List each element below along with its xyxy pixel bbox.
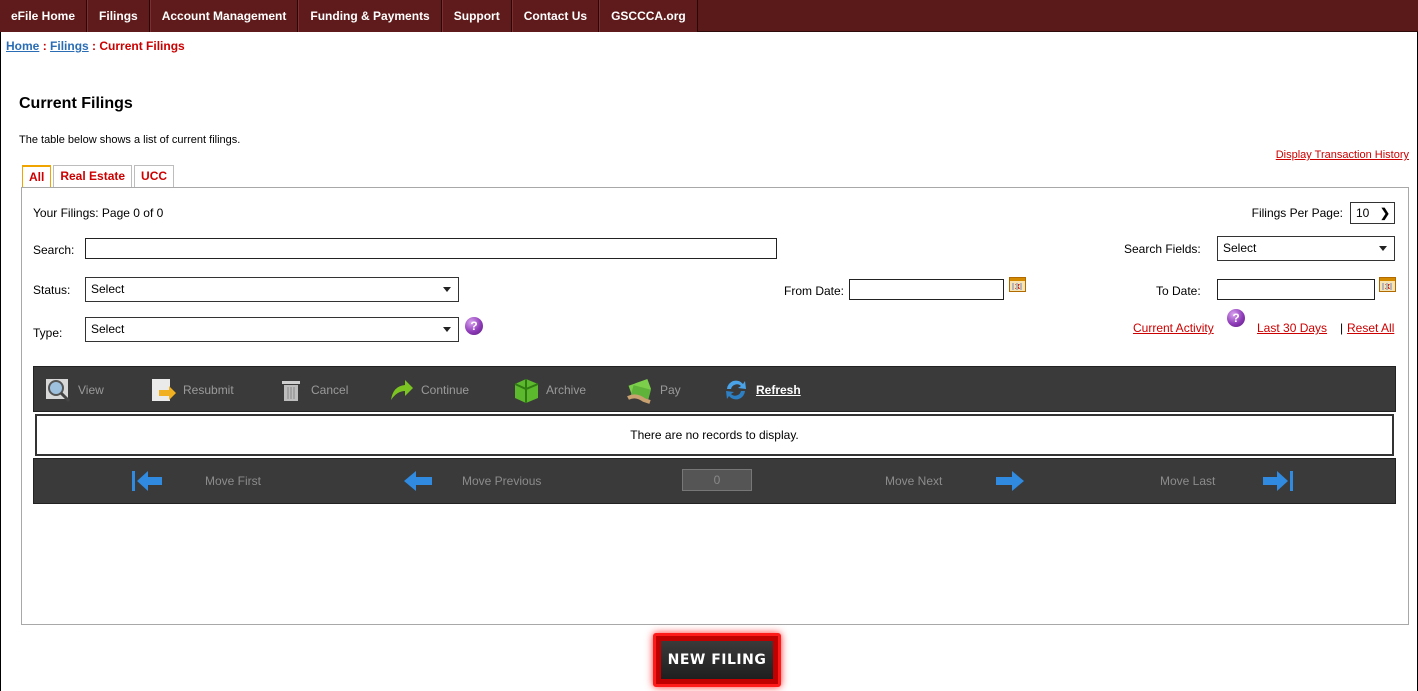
nav-funding-payments[interactable]: Funding & Payments — [298, 0, 442, 32]
display-transaction-history-link[interactable]: Display Transaction History — [1276, 149, 1409, 161]
current-activity-link[interactable]: Current Activity — [1133, 321, 1214, 335]
tab-real-estate[interactable]: Real Estate — [53, 165, 133, 187]
nav-efile-home[interactable]: eFile Home — [0, 0, 88, 32]
top-nav: eFile Home Filings Account Management Fu… — [0, 0, 1418, 32]
breadcrumb-separator: : — [42, 39, 47, 53]
from-date-label: From Date: — [784, 284, 845, 298]
search-input[interactable] — [85, 238, 777, 259]
status-select[interactable]: Select — [85, 277, 459, 302]
refresh-label: Refresh — [756, 383, 801, 397]
help-icon[interactable]: ? — [1227, 309, 1245, 327]
caret-down-icon — [443, 327, 451, 332]
from-date-input[interactable] — [849, 279, 1004, 300]
move-first-icon[interactable] — [132, 470, 164, 492]
nav-gsccca-org[interactable]: GSCCCA.org — [599, 0, 698, 32]
chevron-down-icon: ❯ — [1379, 206, 1390, 220]
move-last-button[interactable]: Move Last — [1160, 474, 1215, 488]
per-page-value: 10 — [1356, 206, 1370, 220]
new-filing-label: NEW FILING — [661, 641, 773, 679]
caret-down-icon — [1379, 246, 1387, 251]
search-fields-label: Search Fields: — [1124, 242, 1201, 256]
move-last-icon[interactable] — [1262, 470, 1294, 492]
archive-label: Archive — [546, 383, 587, 397]
type-label: Type: — [33, 326, 63, 340]
filings-panel: Your Filings: Page 0 of 0 Filings Per Pa… — [21, 187, 1409, 625]
type-select[interactable]: Select — [85, 317, 459, 342]
breadcrumb: Home : Filings : Current Filings — [6, 39, 185, 53]
pay-money-icon — [626, 376, 654, 404]
to-date-label: To Date: — [1156, 284, 1201, 298]
breadcrumb-separator: : — [92, 39, 97, 53]
move-next-icon[interactable] — [994, 470, 1026, 492]
continue-arrow-icon — [387, 376, 415, 404]
pipe-separator: | — [1340, 321, 1344, 335]
search-fields-value: Select — [1223, 241, 1257, 255]
type-value: Select — [91, 322, 125, 336]
cancel-label: Cancel — [311, 383, 349, 397]
cancel-button[interactable]: Cancel — [277, 376, 348, 404]
view-label: View — [78, 383, 104, 397]
caret-down-icon — [443, 287, 451, 292]
breadcrumb-current: Current Filings — [99, 39, 185, 53]
to-date-input[interactable] — [1217, 279, 1375, 300]
page-intro: The table below shows a list of current … — [19, 134, 241, 146]
pay-label: Pay — [660, 383, 681, 397]
page-number-input[interactable]: 0 — [682, 469, 752, 491]
tab-all[interactable]: All — [22, 165, 52, 187]
refresh-icon — [722, 376, 750, 404]
breadcrumb-filings-link[interactable]: Filings — [50, 39, 89, 53]
per-page-label: Filings Per Page: — [1251, 206, 1343, 220]
move-next-button[interactable]: Move Next — [885, 474, 942, 488]
refresh-button[interactable]: Refresh — [722, 376, 801, 404]
calendar-icon[interactable]: x — [1379, 277, 1396, 292]
resubmit-icon — [149, 376, 177, 404]
status-label: Status: — [33, 283, 71, 297]
nav-filings[interactable]: Filings — [87, 0, 150, 32]
view-button[interactable]: View — [44, 376, 104, 404]
last-30-days-link[interactable]: Last 30 Days — [1257, 321, 1327, 335]
pay-button[interactable]: Pay — [626, 376, 681, 404]
help-icon[interactable]: ? — [465, 317, 483, 335]
breadcrumb-home-link[interactable]: Home — [6, 39, 39, 53]
calendar-icon[interactable]: x — [1009, 277, 1026, 292]
continue-button[interactable]: Continue — [387, 376, 469, 404]
nav-support[interactable]: Support — [441, 0, 512, 32]
resubmit-button[interactable]: Resubmit — [149, 376, 234, 404]
page-info: Your Filings: Page 0 of 0 — [33, 206, 164, 220]
move-previous-icon[interactable] — [402, 470, 434, 492]
trash-icon — [277, 376, 305, 404]
nav-contact-us[interactable]: Contact Us — [511, 0, 600, 32]
search-fields-select[interactable]: Select — [1217, 236, 1395, 261]
grid-pager: Move First Move Previous 0 Move Next Mov… — [33, 458, 1396, 504]
filing-tabs: All Real Estate UCC — [22, 165, 176, 188]
search-label: Search: — [33, 243, 75, 257]
empty-grid-message: There are no records to display. — [35, 414, 1394, 456]
tab-ucc[interactable]: UCC — [134, 165, 175, 187]
move-first-button[interactable]: Move First — [205, 474, 261, 488]
continue-label: Continue — [421, 383, 470, 397]
archive-button[interactable]: Archive — [512, 376, 586, 404]
archive-box-icon — [512, 376, 540, 404]
page-title: Current Filings — [19, 95, 133, 112]
per-page-select[interactable]: 10 ❯ — [1350, 202, 1395, 224]
status-value: Select — [91, 282, 125, 296]
new-filing-button[interactable]: NEW FILING — [653, 633, 781, 687]
move-previous-button[interactable]: Move Previous — [462, 474, 541, 488]
reset-all-link[interactable]: Reset All — [1347, 321, 1394, 335]
resubmit-label: Resubmit — [183, 383, 234, 397]
magnifier-icon — [44, 376, 72, 404]
nav-account-management[interactable]: Account Management — [149, 0, 299, 32]
action-toolbar: View Resubmit Cancel Continue Archive Pa… — [33, 366, 1396, 412]
